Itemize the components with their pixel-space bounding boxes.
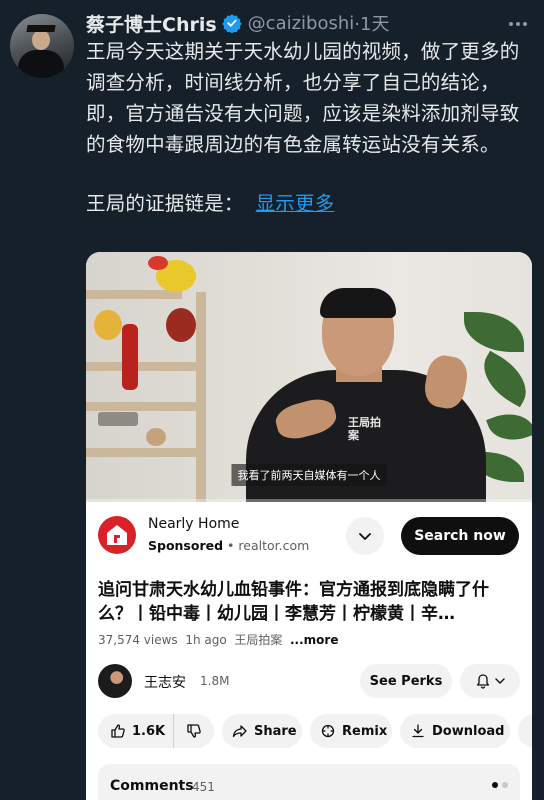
sponsored-ad[interactable]: Nearly Home Sponsored • realtor.com Sear… [86,502,532,568]
author-handle[interactable]: @caiziboshi [248,13,355,34]
ad-subtitle: Sponsored • realtor.com [148,538,310,553]
thumbs-down-icon [187,724,201,738]
shelf [86,448,206,457]
like-button[interactable]: 1.6K [98,714,174,748]
tweet-header: 蔡子博士Chris @caiziboshi ·1天 [86,10,389,36]
remix-label: Remix [342,723,388,739]
figure-toy [94,310,122,340]
realtor-logo-icon [98,516,136,554]
chevron-down-icon [359,533,371,540]
channel-name[interactable]: 王志安 [144,672,186,692]
show-more-link[interactable]: 显示更多 [256,192,335,215]
figure-toy [166,308,196,342]
video-subtitle: 我看了前两天自媒体有一个人 [231,464,387,486]
embedded-youtube-card: 王局拍案 我看了前两天自媒体有一个人 Nearly Home Sponsored… [86,252,532,800]
thumbs-up-icon [111,724,125,738]
bell-icon [476,674,489,689]
tweet-paragraph-text: 王局的证据链是： [86,192,244,215]
author-name[interactable]: 蔡子博士Chris [86,10,217,37]
tweet-body: 王局今天这期关于天水幼儿园的视频，做了更多的调查分析，时间线分析，也分享了自己的… [86,36,532,219]
video-title[interactable]: 追问甘肃天水幼儿血铅事件：官方通报到底隐瞒了什么？丨铅中毒丨幼儿园丨李慧芳丨柠檬… [98,578,522,626]
view-count: 37,574 views [98,633,178,647]
presenter-hair [320,288,396,318]
author-avatar[interactable] [10,14,74,78]
avatar-face [32,30,50,50]
figure-toy [122,324,138,390]
action-bar: 1.6K Share Remix Download [98,714,532,748]
dislike-button[interactable] [174,723,214,739]
plant-leaf [464,312,524,352]
ad-expand-button[interactable] [346,517,384,555]
download-button[interactable]: Download [400,714,510,748]
avatar-gown [18,50,64,78]
channel-avatar[interactable] [98,664,132,698]
avatar-graduation-cap [26,25,56,32]
subscriber-count: 1.8M [200,674,230,688]
plant-leaf [473,350,532,408]
comments-section[interactable]: Comments 451 [98,764,520,800]
comments-label: Comments [110,778,194,794]
shelf [86,362,206,371]
like-dislike-group: 1.6K [98,714,214,748]
shelf [86,290,182,299]
video-player[interactable]: 王局拍案 我看了前两天自媒体有一个人 [86,252,532,502]
books [98,412,138,426]
sponsored-label: Sponsored [148,538,224,553]
comments-count: 451 [192,780,215,794]
tweet-time: ·1天 [354,14,390,35]
search-now-button[interactable]: Search now [401,517,519,555]
description-more-link[interactable]: ...more [290,633,338,647]
channel-row: 王志安 1.8M See Perks [86,660,532,702]
download-icon [412,724,424,738]
tweet-paragraph: 王局今天这期关于天水幼儿园的视频，做了更多的调查分析，时间线分析，也分享了自己的… [86,40,520,156]
chevron-down-icon [494,678,505,684]
comments-pager-dots [492,782,508,788]
see-perks-button[interactable]: See Perks [360,664,452,698]
plush-toy [148,256,168,270]
ad-domain: realtor.com [238,538,310,553]
tweet-paragraph: 王局的证据链是： 显示更多 [86,188,532,219]
notifications-button[interactable] [460,664,520,698]
shirt-logo: 王局拍案 [348,416,381,442]
remix-icon [321,724,335,738]
like-count: 1.6K [132,723,166,739]
share-icon [232,725,247,738]
shelf-post [196,292,206,502]
verified-badge-icon [222,14,242,33]
small-toy [146,428,166,446]
video-meta: 37,574 views 1h ago 王局拍案 ...more [98,631,338,648]
share-button[interactable]: Share [222,714,302,748]
plant-leaf [486,405,532,449]
share-label: Share [254,723,297,739]
shelf [86,402,206,411]
more-actions-button[interactable] [518,714,532,748]
upload-age: 1h ago [185,633,227,647]
download-label: Download [432,723,505,739]
ad-title: Nearly Home [148,516,240,532]
remix-button[interactable]: Remix [310,714,392,748]
more-options-icon[interactable] [506,14,530,34]
hashtag[interactable]: 王局拍案 [234,633,282,647]
